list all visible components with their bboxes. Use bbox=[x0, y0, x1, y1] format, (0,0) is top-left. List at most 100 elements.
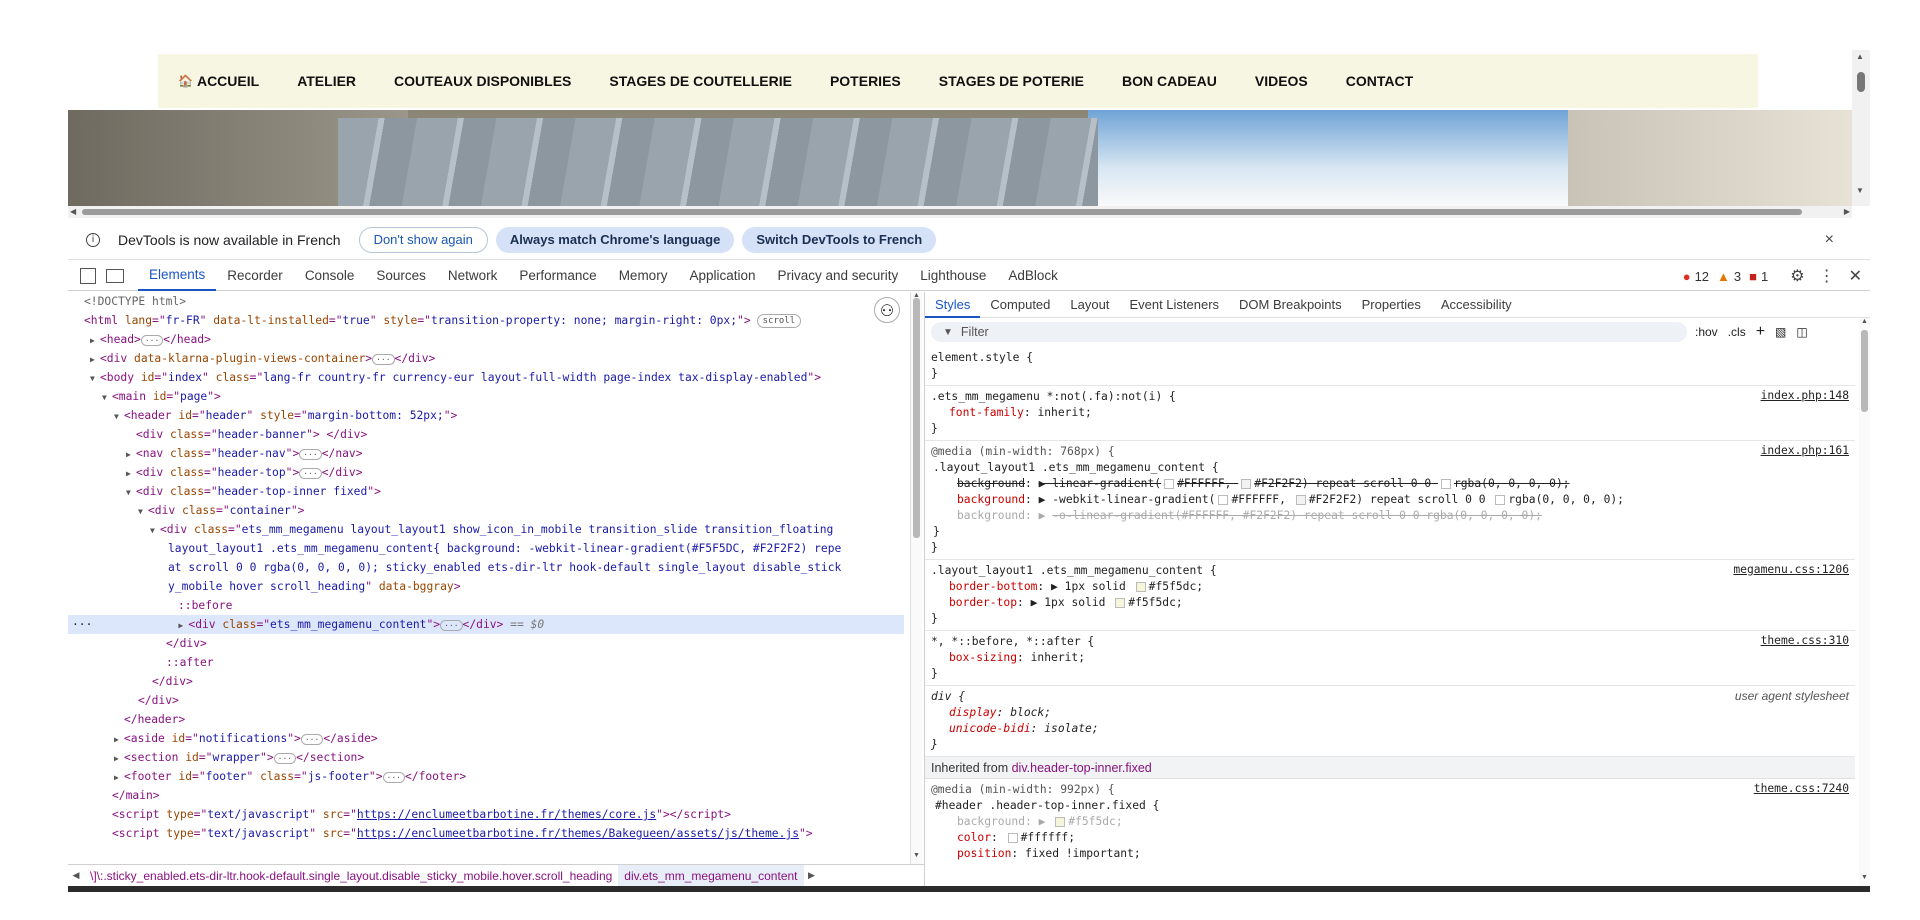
nav-bon-cadeau[interactable]: BON CADEAU bbox=[1122, 73, 1217, 89]
tab-properties[interactable]: Properties bbox=[1352, 292, 1431, 318]
dom-line-script1[interactable]: <script type="text/javascript" src="http… bbox=[112, 805, 731, 824]
rule-box-sizing[interactable]: theme.css:310 *, *::before, *::after { b… bbox=[925, 631, 1855, 686]
property-value[interactable]: inherit; bbox=[1037, 406, 1091, 419]
cls-toggle[interactable]: .cls bbox=[1728, 325, 1746, 339]
rule-megamenu-font[interactable]: index.php:148 .ets_mm_megamenu *:not(.fa… bbox=[925, 386, 1855, 441]
gear-icon[interactable]: ⚙ bbox=[1790, 266, 1804, 286]
property-name[interactable]: border-bottom bbox=[949, 580, 1037, 593]
dom-line-klarna[interactable]: ▶ <div data-klarna-plugin-views-container… bbox=[90, 349, 435, 368]
switch-french-button[interactable]: Switch DevTools to French bbox=[742, 226, 937, 253]
close-icon[interactable]: × bbox=[1825, 231, 1834, 249]
nav-couteaux[interactable]: COUTEAUX DISPONIBLES bbox=[394, 73, 571, 89]
property-name[interactable]: position bbox=[957, 847, 1011, 860]
rule-header-top-inner[interactable]: theme.css:7240 @media (min-width: 992px)… bbox=[925, 779, 1855, 865]
dom-line-selected[interactable]: ··· ▶ <div class="ets_mm_megamenu_content"… bbox=[68, 615, 904, 634]
scroll-up-icon[interactable]: ▲ bbox=[1856, 52, 1864, 61]
rule-source-link[interactable]: megamenu.css:1206 bbox=[1733, 563, 1849, 576]
tab-performance[interactable]: Performance bbox=[508, 261, 607, 291]
dom-line-script2[interactable]: <script type="text/javascript" src="http… bbox=[112, 824, 813, 843]
styles-scrollbar[interactable]: ▲ ▼ bbox=[1859, 318, 1870, 886]
tab-dom-breakpoints[interactable]: DOM Breakpoints bbox=[1229, 292, 1352, 318]
dom-line-after[interactable]: ::after bbox=[166, 653, 214, 672]
page-horizontal-scrollbar[interactable]: ◀ ▶ bbox=[68, 206, 1852, 218]
nav-videos[interactable]: VIDEOS bbox=[1255, 73, 1308, 89]
tab-lighthouse[interactable]: Lighthouse bbox=[909, 261, 997, 291]
dom-line-container[interactable]: ▼ <div class="container"> bbox=[138, 501, 304, 520]
new-rule-icon[interactable]: + bbox=[1756, 323, 1765, 341]
dom-line-before[interactable]: ::before bbox=[178, 596, 232, 615]
script-link[interactable]: https://enclumeetbarbotine.fr/themes/Bak… bbox=[357, 827, 799, 840]
rule-element-style[interactable]: element.style { } bbox=[925, 347, 1855, 386]
tab-privacy[interactable]: Privacy and security bbox=[767, 261, 910, 291]
dom-line-main[interactable]: ▼ <main id="page"> bbox=[102, 387, 221, 406]
tab-memory[interactable]: Memory bbox=[608, 261, 679, 291]
property-name[interactable]: box-sizing bbox=[949, 651, 1017, 664]
tab-console[interactable]: Console bbox=[294, 261, 366, 291]
scroll-left-icon[interactable]: ◀ bbox=[70, 207, 76, 216]
sidebar-toggle-icon[interactable]: ◫ bbox=[1796, 325, 1807, 339]
tab-recorder[interactable]: Recorder bbox=[216, 261, 294, 291]
tab-accessibility[interactable]: Accessibility bbox=[1431, 292, 1522, 318]
rule-user-agent-div[interactable]: user agent stylesheet div { display: blo… bbox=[925, 686, 1855, 757]
property-name[interactable]: font-family bbox=[949, 406, 1024, 419]
scroll-up-icon[interactable]: ▲ bbox=[1861, 318, 1868, 325]
tab-layout[interactable]: Layout bbox=[1060, 292, 1119, 318]
issue-count[interactable]: 1 bbox=[1761, 269, 1768, 284]
script-link[interactable]: https://enclumeetbarbotine.fr/themes/cor… bbox=[357, 808, 656, 821]
rule-source-link[interactable]: index.php:148 bbox=[1761, 389, 1849, 402]
dom-line-header-top[interactable]: ▶ <div class="header-top"> ··· </div> bbox=[126, 463, 363, 482]
chevron-left-icon[interactable]: ◀ bbox=[68, 870, 84, 881]
dom-line-header-nav[interactable]: ▶ <nav class="header-nav"> ··· </nav> bbox=[126, 444, 363, 463]
hov-toggle[interactable]: :hov bbox=[1695, 325, 1718, 339]
scroll-right-icon[interactable]: ▶ bbox=[1844, 207, 1850, 216]
device-toolbar-icon[interactable] bbox=[106, 268, 124, 283]
dom-line-footer[interactable]: ▶ <footer id="footer" class="js-footer"> ·… bbox=[114, 767, 466, 786]
dom-line-close-main[interactable]: </main> bbox=[112, 786, 160, 805]
dom-line-head[interactable]: ▶ <head> ··· </head> bbox=[90, 330, 211, 349]
inherited-element-link[interactable]: div.header-top-inner.fixed bbox=[1012, 761, 1152, 775]
tab-network[interactable]: Network bbox=[437, 261, 509, 291]
dont-show-again-button[interactable]: Don't show again bbox=[358, 226, 488, 253]
dom-line-aside[interactable]: ▶ <aside id="notifications"> ··· </aside> bbox=[114, 729, 378, 748]
page-vertical-scrollbar[interactable]: ▲ ▼ bbox=[1852, 50, 1870, 206]
scroll-thumb[interactable] bbox=[913, 298, 920, 538]
nav-poteries[interactable]: POTERIES bbox=[830, 73, 901, 89]
tab-event-listeners[interactable]: Event Listeners bbox=[1119, 292, 1229, 318]
scroll-badge[interactable]: scroll bbox=[756, 314, 802, 328]
property-name[interactable]: background bbox=[957, 477, 1025, 490]
dom-line-close-div2[interactable]: </div> bbox=[152, 672, 193, 691]
issue-icon[interactable]: ■ bbox=[1749, 269, 1757, 284]
scroll-thumb[interactable] bbox=[1861, 330, 1868, 412]
dom-line-doctype[interactable]: <!DOCTYPE html> bbox=[84, 292, 186, 311]
paint-icon[interactable]: ▧ bbox=[1775, 325, 1786, 339]
property-name[interactable]: color bbox=[957, 831, 991, 844]
property-value[interactable]: #ffffff; bbox=[1021, 831, 1075, 844]
tab-sources[interactable]: Sources bbox=[365, 261, 437, 291]
scroll-down-icon[interactable]: ▼ bbox=[1861, 874, 1868, 881]
elements-scrollbar[interactable]: ▲ ▼ bbox=[910, 292, 922, 864]
dom-line-close-header[interactable]: </header> bbox=[124, 710, 185, 729]
property-value[interactable]: fixed !important; bbox=[1025, 847, 1141, 860]
warning-count[interactable]: 3 bbox=[1734, 269, 1741, 284]
rule-megamenu-background[interactable]: index.php:161 @media (min-width: 768px) … bbox=[925, 441, 1855, 560]
property-value[interactable]: inherit; bbox=[1031, 651, 1085, 664]
filter-input[interactable]: ▼ Filter bbox=[931, 322, 1687, 342]
property-name[interactable]: background bbox=[957, 493, 1025, 506]
breadcrumb-item[interactable]: \]\:.sticky_enabled.ets-dir-ltr.hook-def… bbox=[84, 865, 618, 887]
property-value[interactable]: #f5f5dc; bbox=[1068, 815, 1122, 828]
inspect-element-icon[interactable] bbox=[80, 267, 96, 284]
nav-contact[interactable]: CONTACT bbox=[1346, 73, 1413, 89]
dom-line-header-top-inner[interactable]: ▼ <div class="header-top-inner fixed"> bbox=[126, 482, 381, 501]
nav-stages-coutellerie[interactable]: STAGES DE COUTELLERIE bbox=[609, 73, 792, 89]
dom-line-megamenu[interactable]: ▼ <div class="ets_mm_megamenu layout_layo… bbox=[150, 520, 833, 539]
scroll-thumb[interactable] bbox=[82, 209, 1802, 215]
dom-line-html[interactable]: <html lang="fr-FR" data-lt-installed="tr… bbox=[84, 311, 802, 330]
property-value[interactable]: -o-linear-gradient(#FFFFFF, #F2F2F2) rep… bbox=[1052, 509, 1542, 522]
nav-accueil[interactable]: 🏠 ACCUEIL bbox=[178, 73, 259, 89]
tab-elements[interactable]: Elements bbox=[138, 261, 217, 291]
breadcrumb-item-active[interactable]: div.ets_mm_megamenu_content bbox=[618, 864, 804, 887]
property-name[interactable]: background bbox=[957, 815, 1025, 828]
error-count[interactable]: 12 bbox=[1695, 269, 1709, 284]
more-options-icon[interactable]: ⋮ bbox=[1819, 266, 1835, 286]
dom-line-close-div3[interactable]: </div> bbox=[138, 691, 179, 710]
